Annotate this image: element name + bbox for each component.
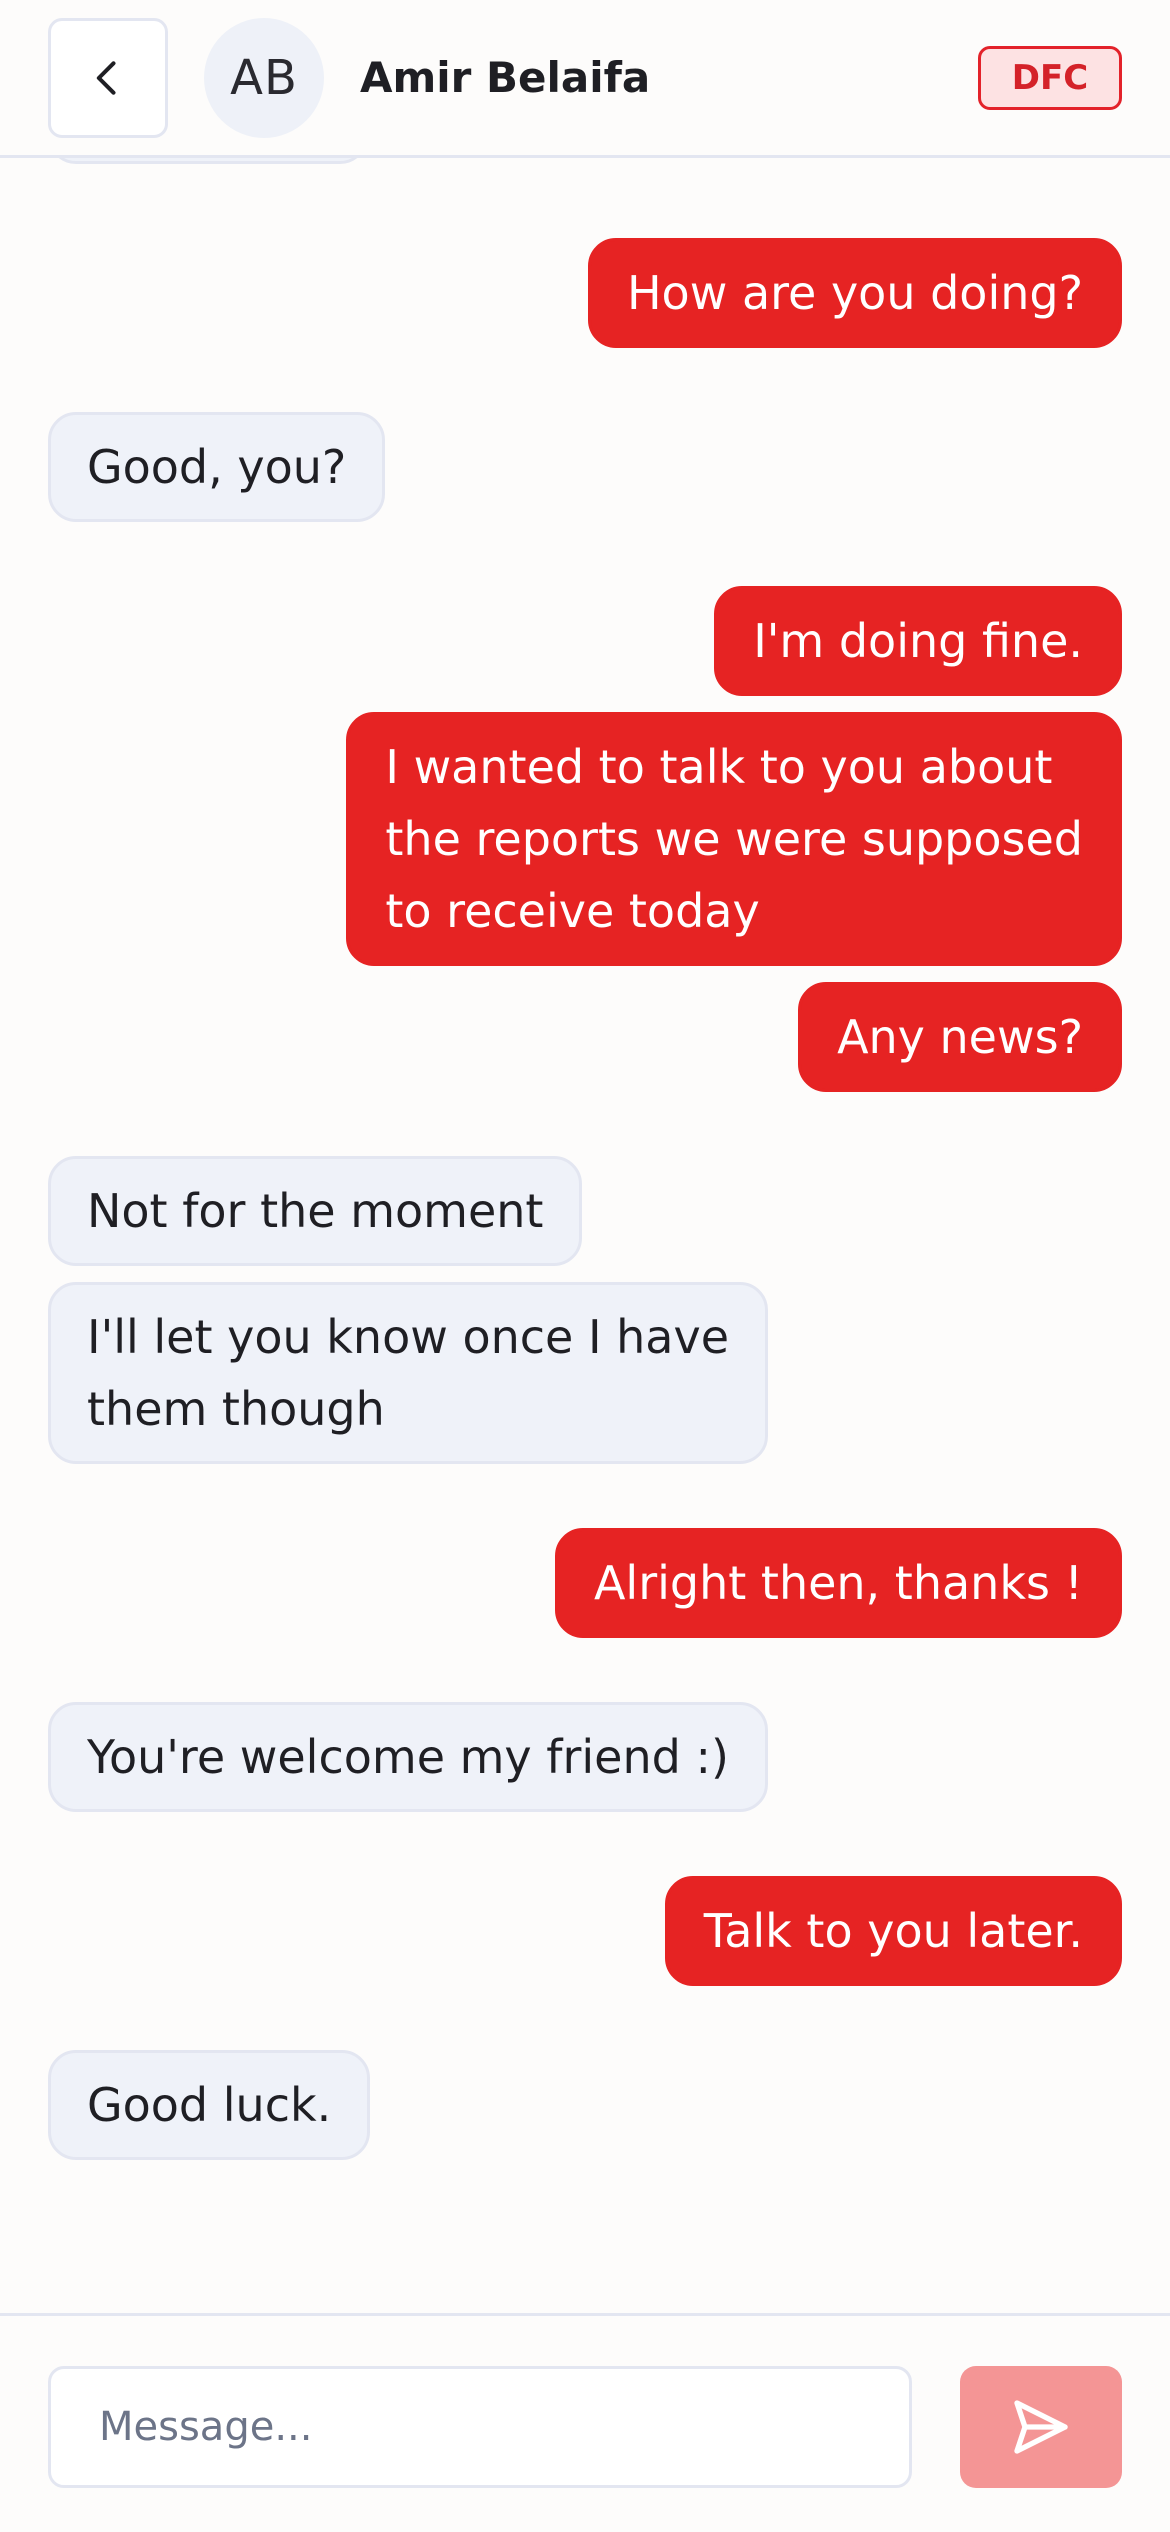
message-bubble-outgoing[interactable]: I wanted to talk to you about the report… (346, 712, 1122, 966)
message-bubble-incoming[interactable]: Good, you? (48, 412, 386, 522)
back-button[interactable] (48, 18, 168, 138)
message-text: I'll let you know once I have them thoug… (87, 1310, 730, 1436)
message-text: You're welcome my friend :) (87, 1730, 729, 1784)
chevron-left-icon (96, 61, 116, 95)
contact-name[interactable]: Amir Belaifa (360, 48, 650, 108)
message-bubble-outgoing[interactable]: How are you doing? (587, 238, 1122, 348)
message-composer (0, 2313, 1170, 2532)
message-text: I'm doing fine. (753, 614, 1083, 668)
chat-header: AB Amir Belaifa DFC (0, 0, 1170, 158)
send-button[interactable] (960, 2366, 1122, 2488)
message-text: I wanted to talk to you about the report… (385, 740, 1083, 938)
message-text: Not for the moment (87, 1184, 544, 1238)
message-bubble-incoming[interactable] (48, 158, 368, 164)
message-text: Any news? (837, 1010, 1083, 1064)
message-list[interactable]: How are you doing? Good, you? I'm doing … (0, 158, 1170, 2313)
message-bubble-incoming[interactable]: Not for the moment (48, 1156, 583, 1266)
message-text: Good, you? (87, 440, 347, 494)
message-input[interactable] (48, 2366, 912, 2488)
message-text: Talk to you later. (703, 1904, 1083, 1958)
send-icon (1014, 2400, 1068, 2454)
message-bubble-incoming[interactable]: You're welcome my friend :) (48, 1702, 768, 1812)
status-badge: DFC (978, 46, 1122, 110)
message-bubble-incoming[interactable]: I'll let you know once I have them thoug… (48, 1282, 769, 1464)
message-bubble-outgoing[interactable]: I'm doing fine. (714, 586, 1122, 696)
message-text: Good luck. (87, 2078, 332, 2132)
message-bubble-outgoing[interactable]: Any news? (798, 982, 1122, 1092)
message-bubble-outgoing[interactable]: Talk to you later. (664, 1876, 1122, 1986)
message-bubble-outgoing[interactable]: Alright then, thanks ! (554, 1528, 1122, 1638)
message-text: Alright then, thanks ! (593, 1556, 1083, 1610)
avatar[interactable]: AB (204, 18, 324, 138)
message-text: How are you doing? (626, 266, 1083, 320)
message-bubble-incoming[interactable]: Good luck. (48, 2050, 371, 2160)
